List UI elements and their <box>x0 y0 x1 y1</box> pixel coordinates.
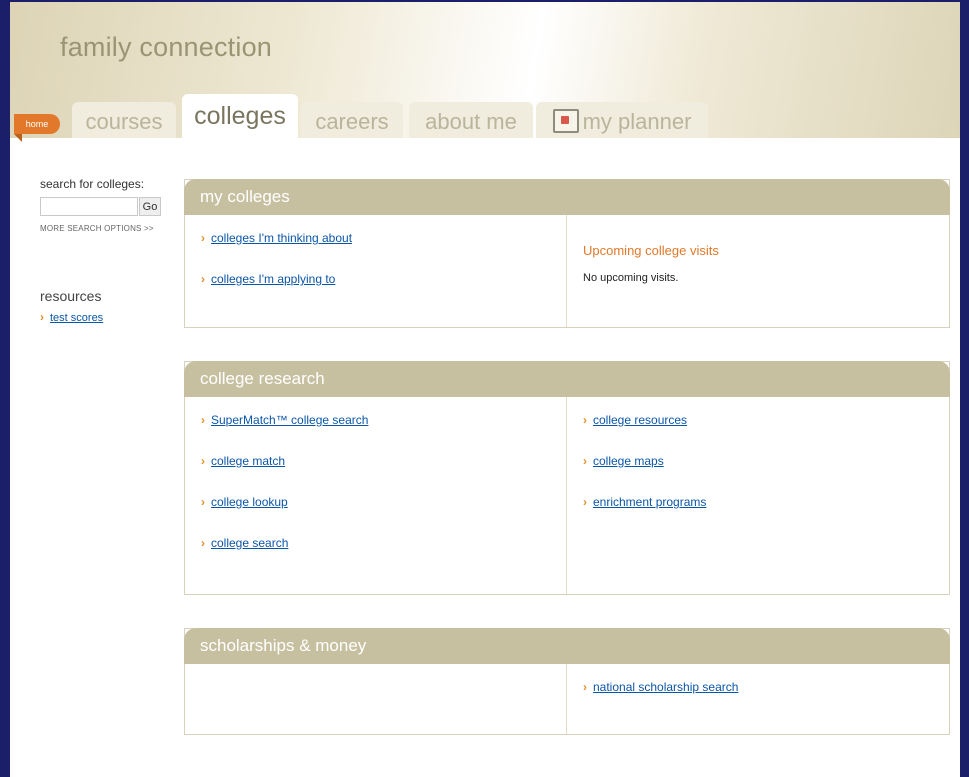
window-frame-left <box>0 0 10 777</box>
my-colleges-left-column: › colleges I'm thinking about › colleges I… <box>185 215 567 327</box>
list-item: › SuperMatch™ college search <box>201 411 550 452</box>
main-tabs: home courses colleges careers about me m… <box>10 94 960 142</box>
list-item: › college maps <box>583 452 933 493</box>
tab-careers[interactable]: careers <box>301 102 403 138</box>
site-header: family connection home courses colleges … <box>10 2 960 142</box>
supermatch-link[interactable]: SuperMatch™ college search <box>211 413 368 427</box>
my-colleges-header: my colleges <box>184 179 950 215</box>
upcoming-visits-title: Upcoming college visits <box>583 243 719 258</box>
scholarships-left-column <box>185 664 567 734</box>
chevron-right-icon: › <box>40 310 44 324</box>
list-item: › college match <box>201 452 550 493</box>
college-match-link[interactable]: college match <box>211 454 285 468</box>
college-lookup-link[interactable]: college lookup <box>211 495 288 509</box>
college-research-panel: college research › SuperMatch™ college se… <box>184 361 950 595</box>
chevron-right-icon: › <box>583 680 587 694</box>
home-tab-fold <box>14 134 22 142</box>
list-item: › college resources <box>583 411 933 452</box>
resources-item: › test scores <box>40 310 190 324</box>
tab-colleges[interactable]: colleges <box>182 94 298 138</box>
scholarships-header: scholarships & money <box>184 628 950 664</box>
my-colleges-body: › colleges I'm thinking about › colleges I… <box>185 215 949 327</box>
college-research-header: college research <box>184 361 950 397</box>
college-maps-link[interactable]: college maps <box>593 454 664 468</box>
colleges-applying-to-link[interactable]: colleges I'm applying to <box>211 272 335 286</box>
scholarships-right-column: › national scholarship search <box>567 664 949 734</box>
page: family connection home courses colleges … <box>10 2 960 777</box>
college-resources-link[interactable]: college resources <box>593 413 687 427</box>
scholarships-panel: scholarships & money › national scholarsh… <box>184 628 950 735</box>
chevron-right-icon: › <box>201 413 205 427</box>
enrichment-programs-link[interactable]: enrichment programs <box>593 495 706 509</box>
tab-courses[interactable]: courses <box>72 102 176 138</box>
list-item: › college lookup <box>201 493 550 534</box>
chevron-right-icon: › <box>201 231 205 245</box>
my-colleges-right-column: Upcoming college visits No upcoming visi… <box>567 215 949 327</box>
chevron-right-icon: › <box>583 454 587 468</box>
chevron-right-icon: › <box>201 454 205 468</box>
my-colleges-panel: my colleges › colleges I'm thinking about… <box>184 179 950 328</box>
college-search-link[interactable]: college search <box>211 536 288 550</box>
tab-my-planner[interactable]: my planner <box>536 102 708 138</box>
college-search-input[interactable] <box>40 197 138 216</box>
sidebar: search for colleges: Go MORE SEARCH OPTI… <box>40 177 190 324</box>
national-scholarship-search-link[interactable]: national scholarship search <box>593 680 738 694</box>
chevron-right-icon: › <box>583 413 587 427</box>
search-label: search for colleges: <box>40 177 145 191</box>
chevron-right-icon: › <box>201 495 205 509</box>
tab-my-planner-label: my planner <box>582 109 692 134</box>
brand-title: family connection <box>60 32 273 62</box>
college-research-left-column: › SuperMatch™ college search › college mat… <box>185 397 567 594</box>
chevron-right-icon: › <box>201 536 205 550</box>
chevron-right-icon: › <box>201 272 205 286</box>
test-scores-link[interactable]: test scores <box>50 312 103 324</box>
list-item: › colleges I'm applying to <box>201 270 550 311</box>
colleges-thinking-about-link[interactable]: colleges I'm thinking about <box>211 231 352 245</box>
more-search-options-link[interactable]: MORE SEARCH OPTIONS >> <box>40 224 190 233</box>
window-frame-right <box>960 0 969 777</box>
resources-heading: resources <box>40 288 102 304</box>
tab-home[interactable]: home <box>14 114 60 134</box>
upcoming-visits-text: No upcoming visits. <box>583 272 679 284</box>
go-button[interactable]: Go <box>139 197 161 216</box>
list-item: › college search <box>201 534 550 575</box>
list-item: › colleges I'm thinking about <box>201 229 550 270</box>
college-research-body: › SuperMatch™ college search › college mat… <box>185 397 949 594</box>
list-item: › national scholarship search <box>583 678 933 719</box>
chevron-right-icon: › <box>583 495 587 509</box>
tab-about-me[interactable]: about me <box>409 102 533 138</box>
list-item: › enrichment programs <box>583 493 933 534</box>
scholarships-body: › national scholarship search <box>185 664 949 734</box>
college-research-right-column: › college resources › college maps › enrich… <box>567 397 949 594</box>
calendar-icon <box>552 109 579 134</box>
search-row: Go <box>40 197 190 216</box>
